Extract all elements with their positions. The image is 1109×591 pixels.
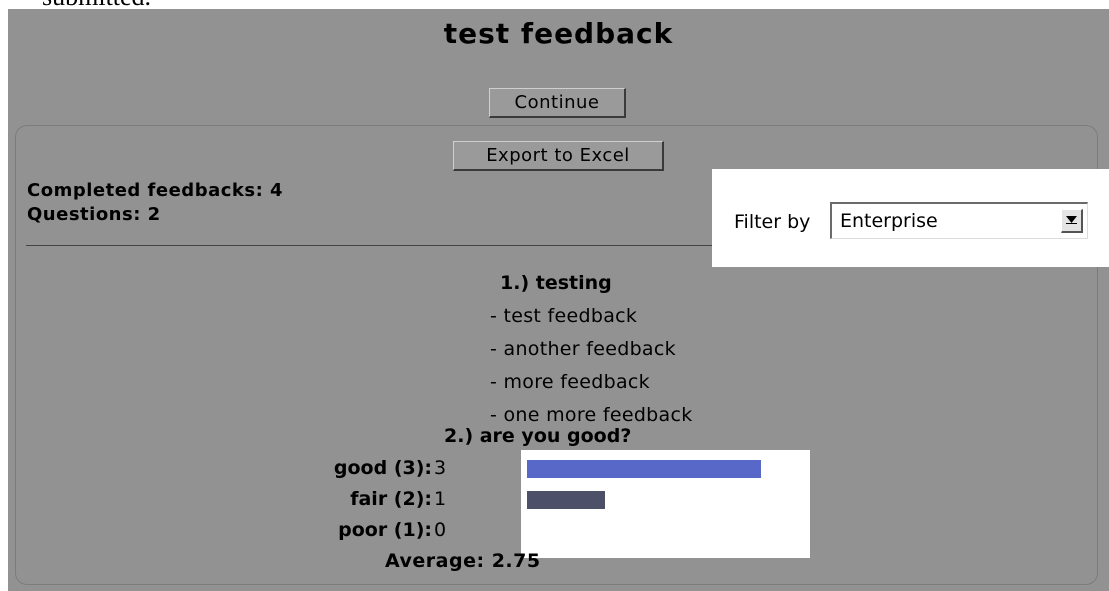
rating-label-fair: fair (2): (350, 488, 432, 510)
question-1-title: 1.) testing (500, 272, 612, 294)
rating-label-poor: poor (1): (338, 519, 432, 541)
answer-item: - another feedback (490, 338, 676, 360)
completed-feedbacks-count: Completed feedbacks: 4 (27, 180, 284, 201)
question-1: 1.) testing - test feedback - another fe… (490, 267, 693, 432)
feedback-stats: Completed feedbacks: 4 Questions: 2 (27, 179, 283, 227)
rating-count-fair: 1 (434, 488, 447, 510)
rating-count-poor: 0 (434, 519, 447, 541)
dropdown-arrow-icon[interactable] (1061, 209, 1083, 233)
answer-item: - more feedback (490, 371, 650, 393)
page-title: test feedback (443, 17, 674, 50)
question-2-title: 2.) are you good? (444, 425, 632, 447)
filter-selected-value: Enterprise (840, 210, 938, 232)
filter-highlight: Filter by Enterprise (712, 169, 1109, 267)
filter-label: Filter by (734, 211, 811, 233)
rating-chart (521, 450, 810, 558)
export-to-excel-button[interactable]: Export to Excel (453, 141, 664, 171)
continue-button[interactable]: Continue (489, 88, 626, 118)
rating-label-good: good (3): (333, 457, 432, 479)
feedback-panel: test feedback Continue Export to Excel C… (8, 9, 1109, 591)
answer-item: - test feedback (490, 305, 638, 327)
rating-count-good: 3 (434, 457, 447, 479)
average-rating: Average: 2.75 (385, 550, 541, 572)
filter-select[interactable]: Enterprise (830, 202, 1088, 239)
rating-bar-good (527, 460, 761, 478)
rating-bar-fair (527, 491, 605, 509)
questions-count: Questions: 2 (27, 204, 161, 225)
